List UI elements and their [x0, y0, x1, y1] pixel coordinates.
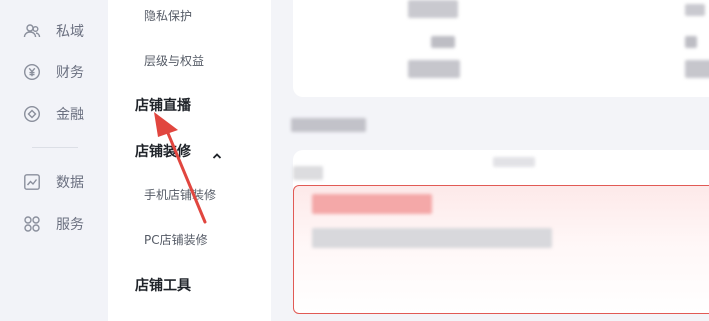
- obscured-content: [408, 0, 458, 18]
- obscured-content: [293, 166, 323, 180]
- obscured-section-title: [291, 118, 366, 132]
- rail-item-data[interactable]: 数据: [22, 170, 102, 194]
- rail-item-label: 数据: [56, 175, 84, 191]
- obscured-content: [408, 60, 460, 78]
- obscured-content: [685, 4, 705, 16]
- rail-item-label: 财务: [56, 65, 84, 81]
- obscured-notice-text: [312, 228, 552, 248]
- rail-item-finance[interactable]: 金融: [22, 102, 102, 126]
- nav-item-mobile-decoration[interactable]: 手机店铺装修: [144, 186, 216, 203]
- nav-item-store-live[interactable]: 店铺直播: [135, 95, 191, 115]
- nav-item-level-rights[interactable]: 层级与权益: [144, 52, 204, 69]
- left-rail: 私域 财务 金融 数据 服务: [0, 0, 108, 321]
- rail-item-label: 私域: [56, 24, 84, 40]
- rail-divider: [32, 147, 78, 148]
- main-content: [272, 0, 709, 321]
- notice-banner: [293, 185, 709, 314]
- yuan-icon: [22, 62, 42, 82]
- obscured-content: [493, 157, 535, 167]
- grid-apps-icon: [22, 214, 42, 234]
- rail-item-service[interactable]: 服务: [22, 212, 102, 236]
- finance-icon: [22, 104, 42, 124]
- nav-item-privacy[interactable]: 隐私保护: [144, 7, 192, 24]
- notice-card: [293, 150, 709, 314]
- obscured-content: [685, 60, 709, 78]
- rail-item-private-domain[interactable]: 私域: [22, 19, 102, 43]
- obscured-content: [431, 36, 455, 48]
- chevron-up-icon[interactable]: [212, 145, 222, 164]
- secondary-nav: 隐私保护 层级与权益 店铺直播 店铺装修 手机店铺装修 PC店铺装修 店铺工具: [108, 0, 271, 321]
- nav-item-pc-decoration[interactable]: PC店铺装修: [144, 231, 208, 248]
- rail-item-label: 金融: [56, 107, 84, 123]
- chart-icon: [22, 172, 42, 192]
- nav-item-store-decoration[interactable]: 店铺装修: [135, 141, 191, 161]
- nav-item-store-tools[interactable]: 店铺工具: [135, 275, 191, 295]
- rail-item-finance-account[interactable]: 财务: [22, 60, 102, 84]
- obscured-notice-title: [312, 194, 432, 214]
- summary-card: [293, 0, 709, 97]
- rail-item-label: 服务: [56, 217, 84, 233]
- obscured-content: [685, 36, 697, 48]
- private-domain-icon: [22, 21, 42, 41]
